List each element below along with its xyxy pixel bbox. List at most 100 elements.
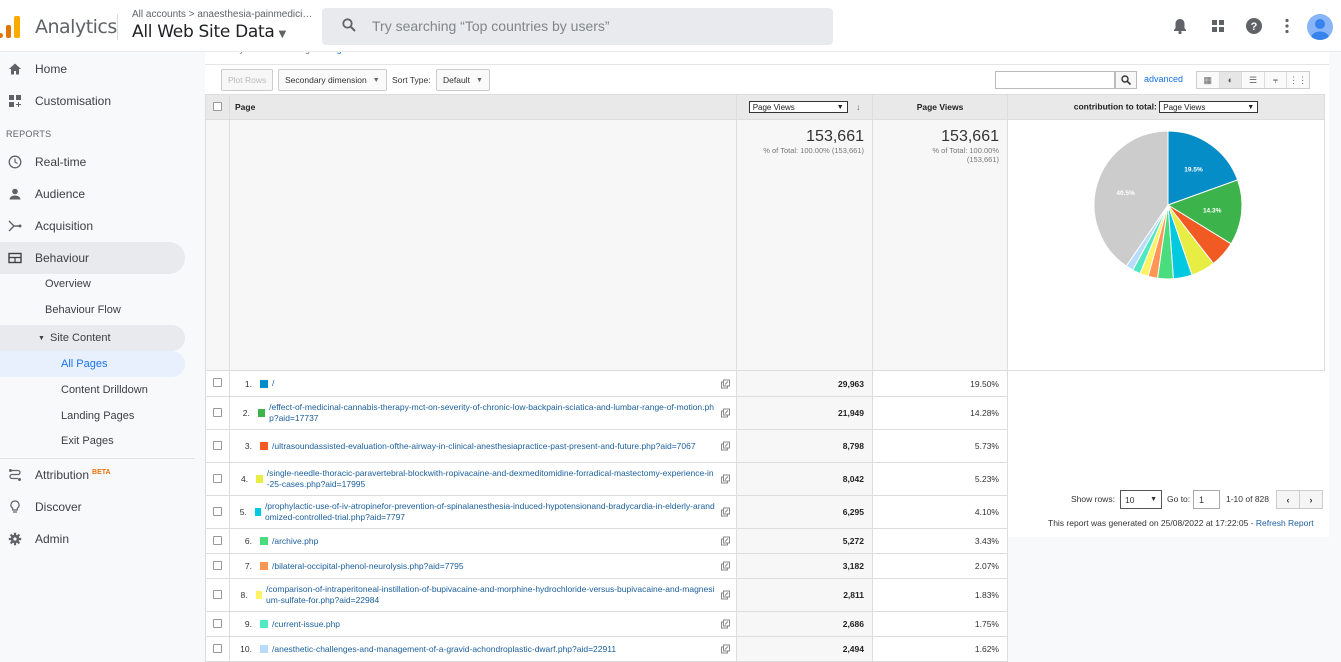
clock-icon	[8, 155, 22, 169]
sidebar-item-landing-pages[interactable]: Landing Pages	[0, 403, 185, 429]
row-color-swatch	[260, 620, 268, 628]
sidebar-item-content-drilldown[interactable]: Content Drilldown	[0, 377, 185, 403]
generated-timestamp: This report was generated on 25/08/2022 …	[1048, 518, 1256, 528]
refresh-report-link[interactable]: Refresh Report	[1256, 518, 1314, 528]
search-bar[interactable]: Try searching “Top countries by users”	[322, 8, 833, 45]
sidebar-item-exit-pages[interactable]: Exit Pages	[0, 428, 185, 454]
sidebar-item-behaviour[interactable]: Behaviour	[0, 242, 185, 274]
apps-grid-icon[interactable]	[1209, 17, 1227, 35]
prev-page-button[interactable]: ‹	[1276, 490, 1300, 509]
show-rows-select[interactable]: 10 ▼	[1120, 490, 1162, 509]
row-checkbox[interactable]	[213, 643, 222, 653]
totals-row: 153,661 % of Total: 100.00% (153,661) 15…	[205, 119, 1325, 371]
sidebar-item-discover[interactable]: Discover	[0, 491, 185, 523]
open-external-icon[interactable]	[721, 590, 730, 600]
sidebar-item-behaviour-flow[interactable]: Behaviour Flow	[0, 297, 185, 323]
metric-select[interactable]: Page Views ▼	[748, 101, 848, 113]
sidebar-item-customisation[interactable]: Customisation	[0, 85, 185, 117]
goto-page-input[interactable]	[1193, 490, 1220, 509]
page-views-column-header[interactable]: Page Views	[872, 94, 1008, 120]
row-checkbox[interactable]	[213, 589, 222, 599]
row-range-text: 1-10 of 828	[1226, 494, 1270, 504]
page-link[interactable]: /single-needle-thoracic-paravertebral-bl…	[267, 468, 716, 490]
sidebar-item-overview[interactable]: Overview	[0, 271, 185, 297]
open-external-icon[interactable]	[721, 408, 730, 418]
open-external-icon[interactable]	[721, 474, 730, 484]
sidebar-item-label: Content Drilldown	[61, 384, 148, 396]
row-checkbox[interactable]	[213, 535, 222, 545]
total-value: 153,661	[806, 128, 864, 145]
plot-rows-button[interactable]: Plot Rows	[221, 69, 274, 91]
page-cell: 5. /prophylactic-use-of-iv-atropinefor-pr…	[229, 495, 737, 529]
sidebar-item-label: Behaviour	[35, 251, 90, 265]
show-rows-label: Show rows:	[1071, 494, 1115, 504]
row-color-swatch	[260, 645, 268, 653]
page-link[interactable]: /prophylactic-use-of-iv-atropinefor-prev…	[265, 501, 716, 523]
row-checkbox[interactable]	[213, 560, 222, 570]
sidebar-item-realtime[interactable]: Real-time	[0, 146, 185, 178]
page-link[interactable]: /current-issue.php	[272, 619, 340, 630]
sidebar-item-audience[interactable]: Audience	[0, 178, 185, 210]
open-external-icon[interactable]	[721, 561, 730, 571]
sidebar-item-label: Overview	[45, 278, 91, 290]
page-link[interactable]: /effect-of-medicinal-cannabis-therapy-mc…	[269, 402, 716, 424]
sidebar-item-home[interactable]: Home	[0, 53, 185, 85]
sidebar-item-label: Attribution BETA	[35, 468, 111, 482]
report-panel: Primary Dimension: Page Page Title Other…	[205, 44, 1329, 662]
row-select-cell	[205, 462, 230, 496]
page-link[interactable]: /	[272, 378, 274, 389]
open-external-icon[interactable]	[721, 644, 730, 654]
sidebar-item-all-pages[interactable]: All Pages	[0, 351, 185, 377]
row-checkbox[interactable]	[213, 378, 222, 387]
page-link[interactable]: /comparison-of-intraperitoneal-instillat…	[266, 584, 716, 606]
page-cell: 7. /bilateral-occipital-phenol-neurolysis…	[229, 553, 737, 579]
page-views-percent: 2.07%	[872, 553, 1008, 579]
open-external-icon[interactable]	[721, 507, 730, 517]
sidebar-item-label: Real-time	[35, 155, 87, 169]
secondary-dimension-dropdown[interactable]: Secondary dimension ▼	[278, 69, 387, 91]
account-avatar[interactable]	[1307, 14, 1333, 40]
contribution-select[interactable]: Page Views ▼	[1159, 101, 1259, 113]
row-select-cell	[205, 553, 230, 579]
page-column-header[interactable]: Page	[229, 94, 737, 120]
open-external-icon[interactable]	[721, 536, 730, 546]
page-views-value: 29,963	[736, 370, 873, 397]
row-select-cell	[205, 495, 230, 529]
next-page-button[interactable]: ›	[1299, 490, 1323, 509]
table-row: 2. /effect-of-medicinal-cannabis-therapy-…	[205, 396, 1325, 430]
pie-chart-cell: 19.5% 14.3% 40.5%	[1007, 119, 1325, 371]
help-icon[interactable]: ?	[1245, 17, 1263, 35]
sidebar-item-attribution[interactable]: Attribution BETA	[0, 459, 185, 491]
attribution-label: Attribution	[35, 468, 90, 482]
reports-section-label: REPORTS	[6, 129, 52, 139]
page-cell: 3. /ultrasoundassisted-evaluation-ofthe-a…	[229, 429, 737, 463]
account-view-selector[interactable]: All Web Site Data ▼	[132, 22, 286, 42]
page-link[interactable]: /archive.php	[272, 536, 318, 547]
page-link[interactable]: /anesthetic-challenges-and-management-of…	[272, 644, 616, 655]
sidebar-item-admin[interactable]: Admin	[0, 523, 185, 555]
row-select-cell	[205, 578, 230, 612]
open-external-icon[interactable]	[721, 379, 730, 388]
select-all-checkbox[interactable]	[213, 101, 222, 111]
search-icon	[342, 18, 356, 32]
row-checkbox[interactable]	[213, 618, 222, 628]
row-checkbox[interactable]	[213, 506, 222, 516]
sort-desc-arrow-icon[interactable]: ↓	[856, 102, 860, 112]
sidebar-item-site-content[interactable]: ▼ Site Content	[0, 325, 185, 351]
page-cell: 4. /single-needle-thoracic-paravertebral-…	[229, 462, 737, 496]
page-link[interactable]: /bilateral-occipital-phenol-neurolysis.p…	[272, 561, 464, 572]
open-external-icon[interactable]	[721, 441, 730, 451]
open-external-icon[interactable]	[721, 619, 730, 629]
sort-type-dropdown[interactable]: Default ▼	[436, 69, 490, 91]
account-breadcrumb[interactable]: All accounts > anaesthesia-painmedici…	[132, 9, 312, 20]
select-all-cell	[205, 94, 230, 120]
row-checkbox[interactable]	[213, 407, 222, 417]
bell-icon[interactable]	[1171, 17, 1189, 35]
sidebar-item-acquisition[interactable]: Acquisition	[0, 210, 185, 242]
page-views-percent: 1.83%	[872, 578, 1008, 612]
more-vert-icon[interactable]	[1278, 17, 1296, 35]
row-checkbox[interactable]	[213, 440, 222, 450]
person-icon	[9, 188, 21, 200]
page-link[interactable]: /ultrasoundassisted-evaluation-ofthe-air…	[272, 441, 696, 452]
row-checkbox[interactable]	[213, 473, 222, 483]
